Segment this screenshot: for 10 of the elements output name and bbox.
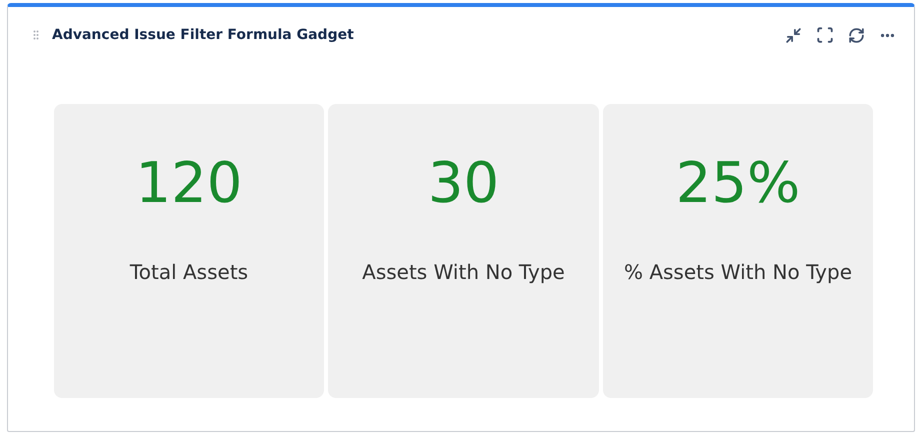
fullscreen-icon[interactable] [816,26,834,44]
gadget-title: Advanced Issue Filter Formula Gadget [52,27,355,43]
metric-value: 25% [676,152,800,216]
metric-label: % Assets With No Type [624,260,852,284]
refresh-icon[interactable] [848,26,865,44]
metric-value: 120 [136,152,242,216]
metric-label: Assets With No Type [362,260,565,284]
metric-label: Total Assets [130,260,248,284]
metric-value: 30 [428,152,500,216]
minimize-icon[interactable] [785,26,802,44]
